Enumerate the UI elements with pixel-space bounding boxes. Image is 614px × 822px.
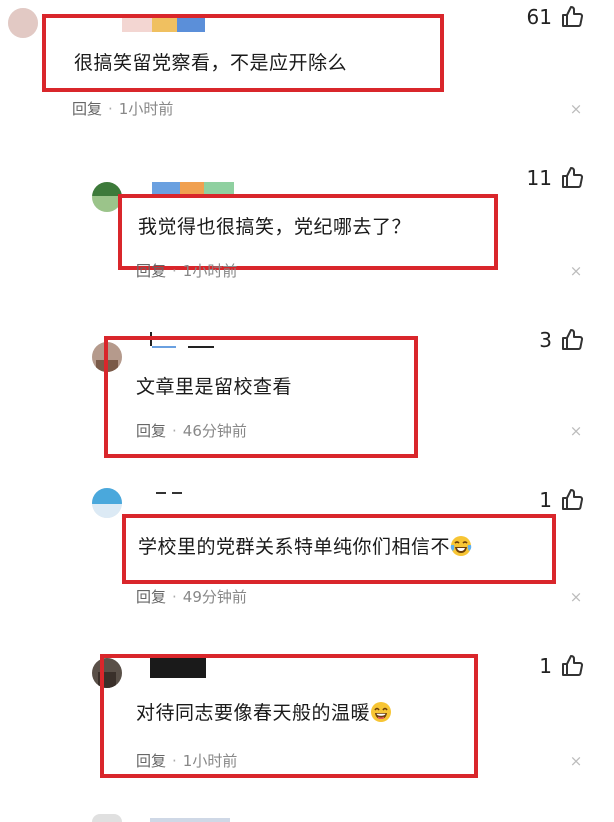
- separator-dot: ·: [108, 100, 113, 118]
- like-count: 1: [539, 654, 552, 678]
- comment-text: 文章里是留校查看: [136, 376, 293, 398]
- separator-dot: ·: [172, 422, 177, 440]
- comment-text: 对待同志要像春天般的温暖: [136, 698, 392, 725]
- laughing-tears-emoji: [450, 536, 472, 556]
- separator-dot: ·: [172, 752, 177, 770]
- separator-dot: ·: [172, 262, 177, 280]
- like-count: 61: [526, 5, 552, 29]
- comment-meta: 回复 · 49分钟前: [136, 586, 247, 607]
- timestamp: 1小时前: [182, 262, 238, 280]
- thumbs-up-icon[interactable]: [560, 654, 584, 678]
- close-icon[interactable]: ×: [568, 262, 584, 280]
- avatar[interactable]: [92, 488, 122, 518]
- comment-text: 学校里的党群关系特单纯你们相信不: [138, 532, 472, 559]
- comment-text: 很搞笑留党察看，不是应开除么: [74, 52, 348, 74]
- thumbs-up-icon[interactable]: [560, 488, 584, 512]
- reply-button[interactable]: 回复: [136, 752, 166, 770]
- comment-text: 我觉得也很搞笑，党纪哪去了？: [138, 216, 412, 238]
- thumbs-up-icon[interactable]: [560, 328, 584, 352]
- reply-button[interactable]: 回复: [136, 588, 166, 606]
- close-icon[interactable]: ×: [568, 752, 584, 770]
- timestamp: 1小时前: [182, 752, 238, 770]
- avatar[interactable]: [8, 8, 38, 38]
- timestamp: 46分钟前: [182, 422, 247, 440]
- reply-button[interactable]: 回复: [136, 422, 166, 440]
- comment-meta: 回复 · 46分钟前: [136, 420, 247, 441]
- thumbs-up-icon[interactable]: [560, 5, 584, 29]
- comment-meta: 回复 · 1小时前: [72, 98, 173, 119]
- thumbs-up-icon[interactable]: [560, 166, 584, 190]
- avatar: [92, 814, 122, 822]
- separator-dot: ·: [172, 588, 177, 606]
- comment-text-content: 学校里的党群关系特单纯你们相信不: [138, 536, 451, 558]
- close-icon[interactable]: ×: [568, 100, 584, 118]
- comment-text-content: 对待同志要像春天般的温暖: [136, 702, 371, 724]
- comment-meta: 回复 · 1小时前: [136, 260, 237, 281]
- grinning-emoji: [371, 702, 392, 722]
- close-icon[interactable]: ×: [568, 422, 584, 440]
- like-count: 11: [526, 166, 552, 190]
- reply-button[interactable]: 回复: [136, 262, 166, 280]
- like-count: 1: [539, 488, 552, 512]
- timestamp: 1小时前: [118, 100, 174, 118]
- reply-button[interactable]: 回复: [72, 100, 102, 118]
- username-redacted: [150, 818, 230, 822]
- username-redacted[interactable]: [156, 492, 182, 508]
- timestamp: 49分钟前: [182, 588, 247, 606]
- like-count: 3: [539, 328, 552, 352]
- next-comment-partial: [0, 808, 614, 822]
- comment-meta: 回复 · 1小时前: [136, 750, 237, 771]
- close-icon[interactable]: ×: [568, 588, 584, 606]
